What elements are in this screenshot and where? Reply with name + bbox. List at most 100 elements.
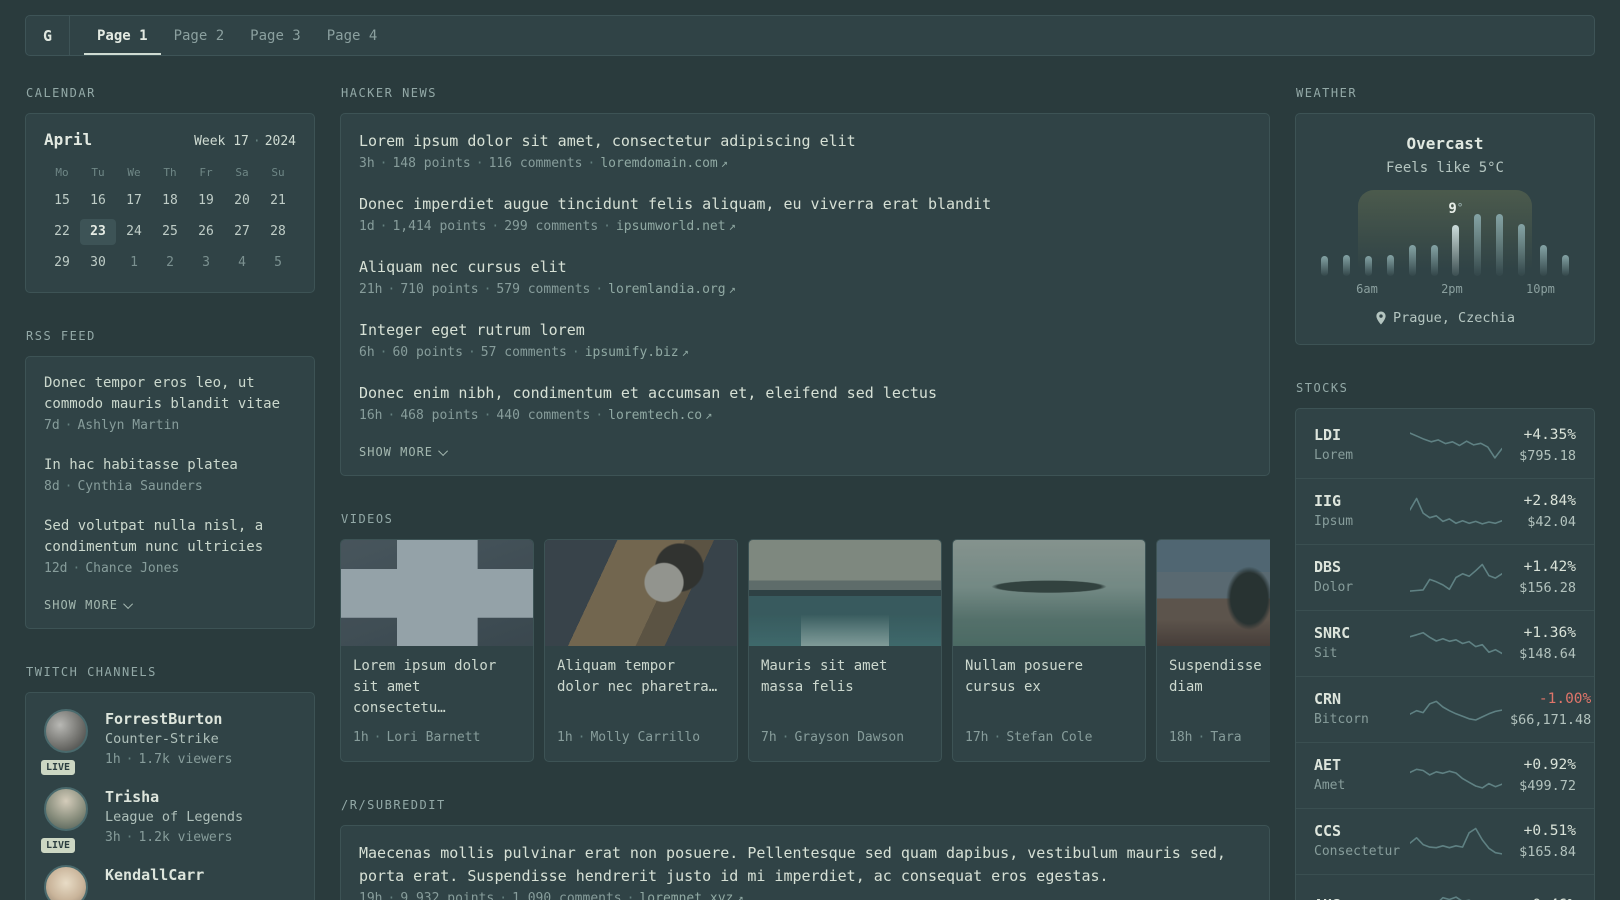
nav-tab[interactable]: Page 4 [314, 16, 391, 55]
hackernews-item[interactable]: Donec imperdiet augue tincidunt felis al… [359, 193, 1251, 237]
twitch-card: LIVE ForrestBurton Counter-Strike 1h · 1.7… [25, 692, 315, 900]
subreddit-post[interactable]: Maecenas mollis pulvinar erat non posuer… [359, 842, 1251, 900]
calendar-weekday-label: Tu [91, 166, 105, 179]
weather-bar-cell [1401, 245, 1423, 276]
stock-symbol: AHS [1314, 895, 1402, 900]
hackernews-item[interactable]: Donec enim nibh, condimentum et accumsan… [359, 382, 1251, 426]
item-domain[interactable]: ipsumworld.net [616, 219, 726, 234]
stock-row[interactable]: AET Amet +0.92% $499.72 [1296, 743, 1594, 809]
weather-bar [1539, 245, 1547, 276]
rss-item[interactable]: Sed volutpat nulla nisl, a condimentum n… [44, 516, 296, 580]
hackernews-item-title[interactable]: Integer eget rutrum lorem [359, 319, 1251, 342]
item-author: Tara [1210, 730, 1242, 745]
weather-bar-cell [1336, 255, 1358, 276]
dot-separator: · [125, 830, 134, 845]
hackernews-card: Lorem ipsum dolor sit amet, consectetur … [340, 113, 1270, 476]
stock-row[interactable]: CCS Consectetur +0.51% $165.84 [1296, 809, 1594, 875]
stock-change-percent: +2.84% [1523, 493, 1576, 509]
hackernews-item[interactable]: Aliquam nec cursus elit 21h · 710 points · 5… [359, 256, 1251, 300]
calendar-day: 20 [234, 193, 250, 208]
stock-price: $148.64 [1519, 646, 1576, 662]
rss-item-title[interactable]: Sed volutpat nulla nisl, a condimentum n… [44, 516, 296, 558]
subreddit-post-title[interactable]: Maecenas mollis pulvinar erat non posuer… [359, 842, 1251, 888]
video-title[interactable]: Nullam posuere cursus ex [965, 656, 1133, 698]
stock-row[interactable]: DBS Dolor +1.42% $156.28 [1296, 545, 1594, 611]
weather-tick-empty [1420, 282, 1441, 296]
twitch-channel-name[interactable]: Trisha [105, 787, 243, 807]
stock-name: Sit [1314, 646, 1338, 661]
rss-item-title[interactable]: Donec tempor eros leo, ut commodo mauris… [44, 373, 296, 415]
nav-tab[interactable]: Page 1 [84, 16, 161, 55]
live-badge: LIVE [39, 836, 78, 855]
hackernews-item-title[interactable]: Donec imperdiet augue tincidunt felis al… [359, 193, 1251, 216]
dot-separator: · [379, 156, 388, 171]
video-thumbnail[interactable] [545, 540, 737, 646]
stock-values: +1.42% $156.28 [1510, 557, 1576, 598]
video-card[interactable]: Mauris sit amet massa felis 7h · Grayson D… [748, 539, 942, 762]
video-thumbnail[interactable] [953, 540, 1145, 646]
item-viewers: 1.2k viewers [138, 830, 233, 845]
stock-id: IIG Ipsum [1314, 491, 1402, 532]
dot-separator: · [379, 345, 388, 360]
item-domain[interactable]: loremlandia.org [608, 282, 725, 297]
rss-section-title: RSS FEED [26, 329, 96, 343]
video-title[interactable]: Mauris sit amet massa felis [761, 656, 929, 698]
video-card-body: Suspendisse posuere diam 18h · Tara [1157, 646, 1270, 761]
hackernews-item[interactable]: Integer eget rutrum lorem 6h · 60 points · 5… [359, 319, 1251, 363]
video-title[interactable]: Lorem ipsum dolor sit amet consectetu… [353, 656, 521, 719]
stock-row[interactable]: SNRC Sit +1.36% $148.64 [1296, 611, 1594, 677]
video-thumbnail[interactable] [341, 540, 533, 646]
item-domain[interactable]: ipsumify.biz [585, 345, 679, 360]
video-title[interactable]: Aliquam tempor dolor nec pharetra… [557, 656, 725, 698]
avatar [44, 709, 88, 753]
stock-row[interactable]: IIG Ipsum +2.84% $42.04 [1296, 479, 1594, 545]
twitch-channel-row[interactable]: LIVE Trisha League of Legends 3h · 1.2k vi… [39, 787, 296, 855]
video-card[interactable]: Aliquam tempor dolor nec pharetra… 1h · Mo… [544, 539, 738, 762]
hackernews-show-more-button[interactable]: SHOW MORE [359, 445, 1251, 459]
weather-tick-empty [1314, 282, 1335, 296]
video-card[interactable]: Suspendisse posuere diam 18h · Tara [1156, 539, 1270, 762]
rss-item[interactable]: Donec tempor eros leo, ut commodo mauris… [44, 373, 296, 437]
video-card[interactable]: Lorem ipsum dolor sit amet consectetu… 1… [340, 539, 534, 762]
stock-row[interactable]: AHS +0.46% [1296, 875, 1594, 900]
calendar-day: 22 [54, 224, 70, 239]
weather-tick-empty [1484, 282, 1505, 296]
video-title[interactable]: Suspendisse posuere diam [1169, 656, 1270, 698]
stock-change-percent: +0.51% [1523, 823, 1576, 839]
twitch-channel-row[interactable]: LIVE ForrestBurton Counter-Strike 1h · 1.7… [39, 709, 296, 777]
nav-tab[interactable]: Page 3 [237, 16, 314, 55]
hackernews-item-title[interactable]: Donec enim nibh, condimentum et accumsan… [359, 382, 1251, 405]
twitch-channel-info: Trisha League of Legends 3h · 1.2k viewers [105, 787, 243, 848]
stock-row[interactable]: CRN Bitcorn -1.00% $66,171.48 [1296, 677, 1594, 743]
item-domain[interactable]: loremdomain.com [600, 156, 717, 171]
item-author: Chance Jones [85, 561, 180, 576]
calendar-day: 4 [238, 255, 246, 270]
item-points: 468 points [400, 408, 479, 423]
rss-show-more-button[interactable]: SHOW MORE [44, 598, 296, 612]
stock-price: $42.04 [1527, 514, 1576, 530]
hackernews-item[interactable]: Lorem ipsum dolor sit amet, consectetur … [359, 130, 1251, 174]
item-domain[interactable]: loremtech.co [608, 408, 702, 423]
stock-row[interactable]: LDI Lorem +4.35% $795.18 [1296, 413, 1594, 479]
subreddit-widget: /R/SUBREDDIT Maecenas mollis pulvinar er… [340, 798, 1270, 900]
app-logo[interactable]: G [26, 16, 70, 55]
twitch-channel-row[interactable]: KendallCarr [44, 865, 296, 900]
weather-tick-empty [1505, 282, 1526, 296]
item-domain[interactable]: loremnet.xyz [639, 891, 733, 900]
weather-bar [1474, 214, 1482, 276]
hackernews-item-title[interactable]: Aliquam nec cursus elit [359, 256, 1251, 279]
item-viewers: 1.7k viewers [138, 752, 233, 767]
weather-bar-cell [1510, 224, 1532, 276]
rss-item[interactable]: In hac habitasse platea 8d · Cynthia Saund… [44, 455, 296, 498]
video-card[interactable]: Nullam posuere cursus ex 17h · Stefan Cole [952, 539, 1146, 762]
hackernews-item-title[interactable]: Lorem ipsum dolor sit amet, consectetur … [359, 130, 1251, 153]
rss-widget: RSS FEED Donec tempor eros leo, ut commo… [25, 329, 315, 629]
twitch-channel-name[interactable]: KendallCarr [105, 865, 204, 885]
rss-item-title[interactable]: In hac habitasse platea [44, 455, 296, 476]
nav-tab[interactable]: Page 2 [161, 16, 238, 55]
video-thumbnail[interactable] [749, 540, 941, 646]
video-thumbnail[interactable] [1157, 540, 1270, 646]
hackernews-list: Lorem ipsum dolor sit amet, consectetur … [359, 130, 1251, 426]
weather-bar-cell [1554, 255, 1576, 276]
twitch-channel-name[interactable]: ForrestBurton [105, 709, 232, 729]
